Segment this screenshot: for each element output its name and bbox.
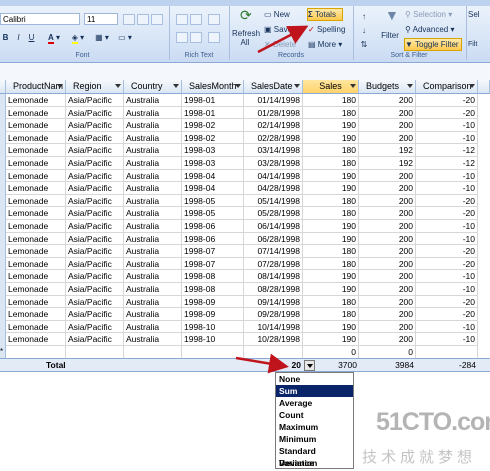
watermark-logo: 51CTO.com xyxy=(376,408,490,436)
annotation-arrows xyxy=(235,25,309,374)
watermark-slogan: 技术成就梦想 xyxy=(362,448,477,466)
arrow-to-totals xyxy=(257,25,309,54)
arrow-to-total-count xyxy=(235,353,289,374)
